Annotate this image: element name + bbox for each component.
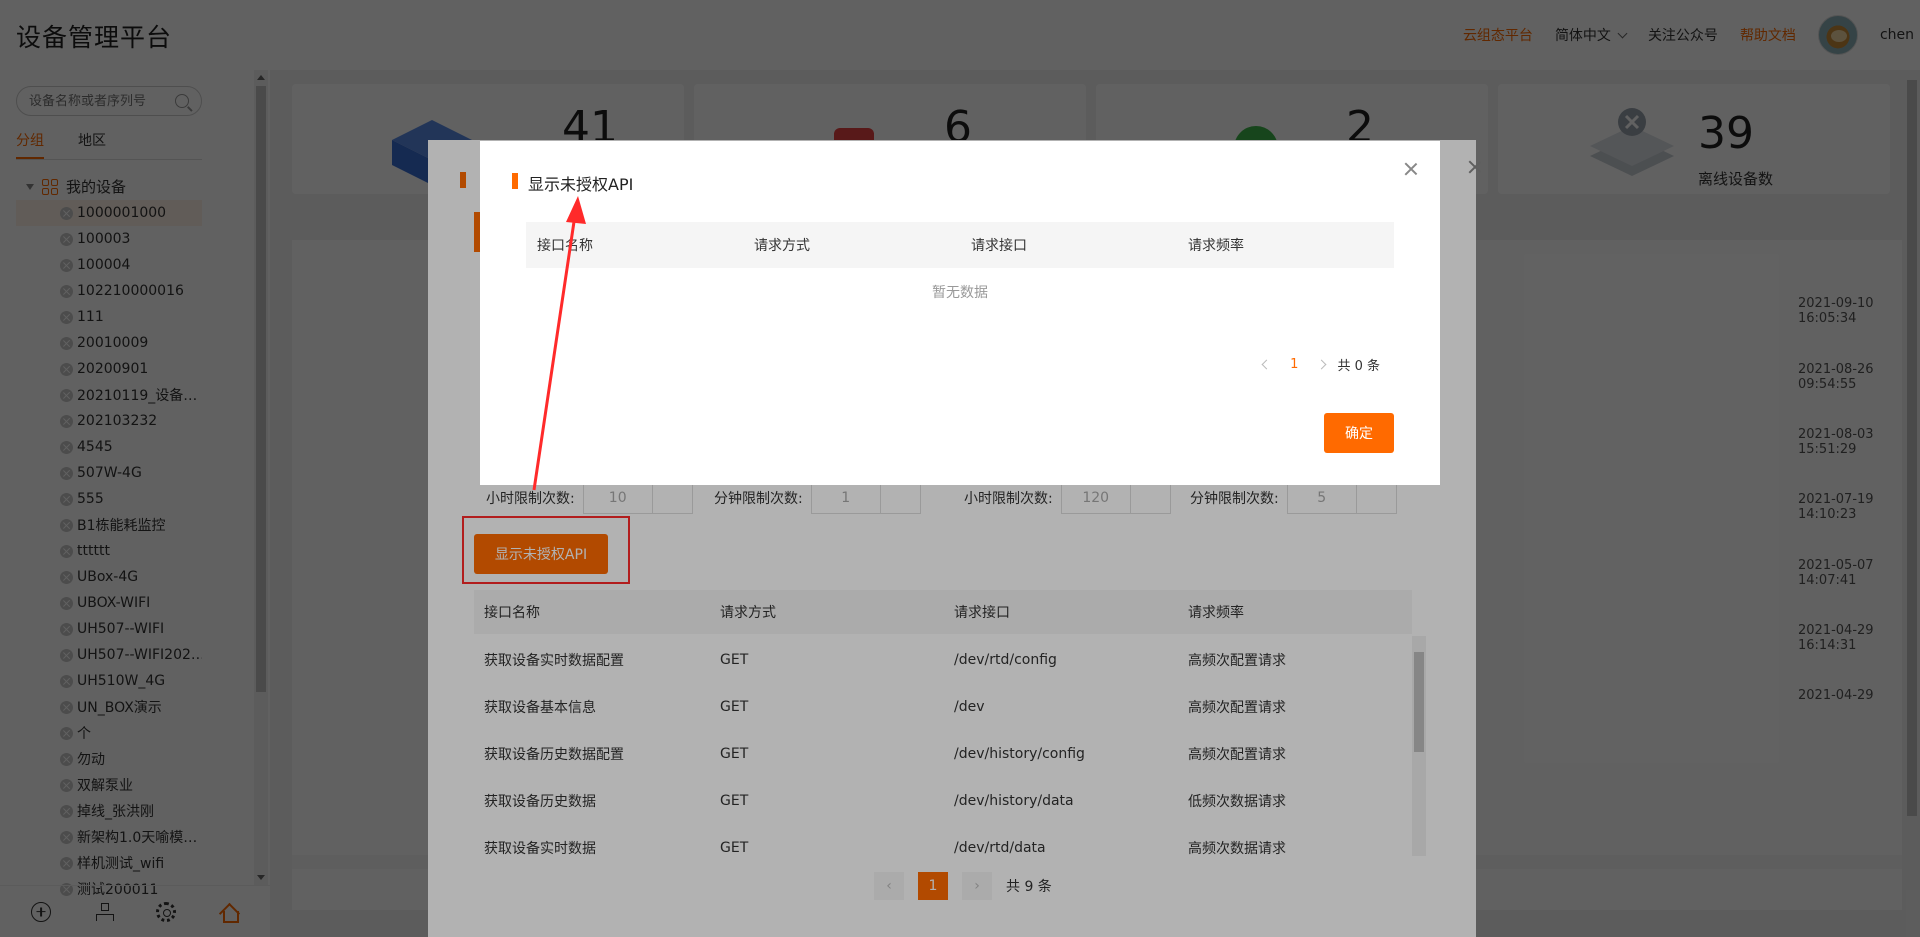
unauthorized-pager: 1 共 0 条	[1261, 355, 1380, 374]
empty-state: 暂无数据	[932, 285, 988, 301]
unauthorized-api-dialog: 显示未授权API 接口名称 请求方式 请求接口 请求频率 暂无数据 1 共 0 …	[480, 141, 1440, 485]
title-accent	[512, 173, 518, 189]
confirm-button[interactable]: 确定	[1324, 413, 1394, 453]
close-icon[interactable]	[1404, 162, 1418, 176]
column-header: 请求频率	[1188, 238, 1244, 254]
next-page-icon[interactable]	[1317, 359, 1327, 370]
total-count: 共 0 条	[1337, 359, 1380, 374]
column-header: 请求方式	[754, 238, 810, 254]
column-header: 请求接口	[971, 238, 1027, 254]
page-number[interactable]: 1	[1290, 357, 1298, 372]
prev-page-icon[interactable]	[1261, 359, 1272, 370]
unauthorized-table-header: 接口名称 请求方式 请求接口 请求频率	[526, 222, 1394, 268]
dialog-title: 显示未授权API	[528, 175, 634, 194]
column-header: 接口名称	[537, 238, 593, 254]
